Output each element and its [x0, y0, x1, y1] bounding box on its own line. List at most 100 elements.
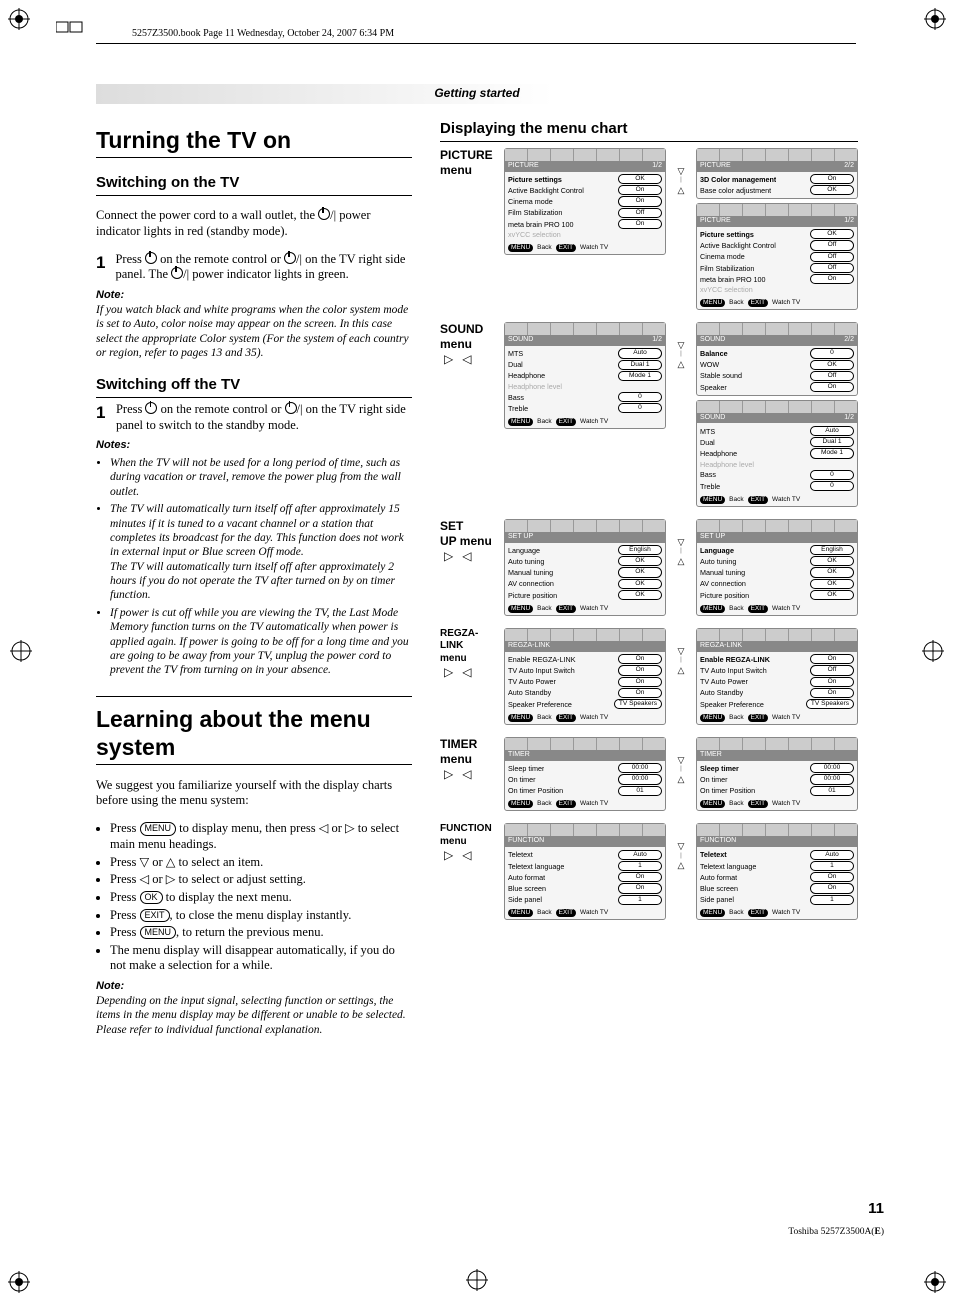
menu-item-value: On [618, 688, 662, 698]
registration-mark-icon [10, 640, 32, 662]
triangle-down-icon: ▽ [678, 646, 685, 657]
menu-tab-row [505, 824, 665, 836]
menu-item-value: OK [810, 229, 854, 239]
menu-item-label: Picture settings [700, 230, 754, 239]
menu-item: Stable soundOff [700, 370, 854, 381]
page-number: 11 [868, 1200, 884, 1217]
menu-item: On timer Position01 [508, 785, 662, 796]
menu-item-value: On [618, 196, 662, 206]
menu-item: AV connectionOK [508, 578, 662, 589]
menu-item: TV Auto PowerOn [700, 676, 854, 687]
menu-item: On timer Position01 [700, 785, 854, 796]
menu-item: On timer00:00 [700, 774, 854, 785]
step-text: Press on the remote control or /| on the… [115, 252, 412, 283]
menu-item-label: Auto Standby [700, 688, 743, 697]
triangle-down-icon: ▽ [678, 537, 685, 548]
menu-item: TV Auto PowerOn [508, 676, 662, 687]
menu-item: LanguageEnglish [508, 545, 662, 556]
menu-title-bar: REGZA-LINK [505, 641, 665, 652]
menu-tab-row [697, 738, 857, 750]
menu-item-label: Manual tuning [700, 568, 745, 577]
menu-item-value: 01 [810, 786, 854, 796]
menu-item: Auto Standby On [508, 687, 662, 698]
menu-item-value: 00:00 [618, 774, 662, 784]
menu-item-value: OK [810, 567, 854, 577]
menu-footer: MENUBackEXITWatch TV [697, 494, 857, 506]
menu-item-label: Auto tuning [700, 557, 736, 566]
menu-item-value: OK [810, 556, 854, 566]
menu-item-value: OK [810, 360, 854, 370]
ok-button-icon: OK [140, 891, 163, 904]
menu-tab-row [697, 824, 857, 836]
menu-item: Film StabilizationOff [508, 207, 662, 218]
menu-item-value: OK [618, 579, 662, 589]
menu-item-value: Dual 1 [810, 437, 854, 447]
menu-item-value: 0 [810, 481, 854, 491]
menu-footer: MENUBackEXITWatch TV [697, 907, 857, 919]
menu-item-value: OK [810, 579, 854, 589]
menu-item-value: On [810, 174, 854, 184]
triangle-up-icon: △ [678, 774, 685, 785]
menu-item-label: Teletext language [508, 862, 564, 871]
menu-item-label: Base color adjustment [700, 186, 771, 195]
menu-item-value: OK [618, 567, 662, 577]
menu-item-label: Auto format [700, 873, 737, 882]
osd-menu-box: SOUND1/2MTSAutoDualDual 1HeadphoneMode 1… [504, 322, 666, 429]
menu-item-value: On [810, 688, 854, 698]
menu-item: Base color adjustmentOK [700, 185, 854, 196]
heading-switching-on: Switching on the TV [96, 174, 412, 196]
menu-item-value: OK [618, 556, 662, 566]
menu-item: Auto formatOn [508, 872, 662, 883]
menu-item-label: Speaker Preference [508, 700, 572, 709]
menu-item-label: Auto Standby [508, 688, 551, 697]
menu-item-label: xvYCC selection [508, 230, 561, 239]
menu-item-label: Teletext [700, 850, 727, 859]
menu-item-label: Sleep timer [700, 764, 739, 773]
menu-footer: MENUBackEXITWatch TV [505, 242, 665, 254]
menu-item: 3D Color managementOn [700, 174, 854, 185]
menu-item-value: 0 [810, 348, 854, 358]
bullet-item: Press EXIT, to close the menu display in… [110, 908, 412, 924]
pair-arrows: ▷ ◁ [444, 767, 471, 781]
menu-item-label: Language [700, 546, 734, 555]
triangle-down-icon: ▽ [678, 841, 685, 852]
menu-item: On timer00:00 [508, 774, 662, 785]
bullet-item: Press ▽ or △ to select an item. [110, 855, 412, 871]
nav-arrows: ▽|△ [674, 519, 688, 567]
menu-item: meta brain PRO 100On [700, 274, 854, 285]
menu-pill-icon: MENU [508, 909, 533, 917]
menu-item: Teletext language1 [508, 860, 662, 871]
menu-pill-icon: MENU [508, 605, 533, 613]
menu-item-value: On [618, 219, 662, 229]
menu-item: Headphone level [508, 381, 662, 391]
menu-item-label: Headphone level [700, 460, 754, 469]
menu-tab-row [697, 401, 857, 413]
power-icon [318, 208, 330, 220]
step-1-on: 1 Press on the remote control or /| on t… [96, 252, 412, 283]
menu-item-value: OK [618, 590, 662, 600]
menu-item: xvYCC selection [700, 285, 854, 295]
pair-arrows: ▷ ◁ [444, 848, 471, 862]
note-body: If you watch black and white programs wh… [96, 303, 412, 361]
menu-item-value: Auto [810, 850, 854, 860]
osd-menu-box: SET UPLanguageEnglishAuto tuningOKManual… [696, 519, 858, 616]
menu-title-bar: REGZA-LINK [697, 641, 857, 652]
menu-title-bar: TIMER [697, 750, 857, 761]
menu-item: Teletext Auto [700, 849, 854, 860]
menu-item-label: Language [508, 546, 540, 555]
osd-menu-box: TIMERSleep timer00:00On timer00:00On tim… [504, 737, 666, 812]
menu-item-value: On [810, 382, 854, 392]
menu-item: Auto tuning OK [700, 556, 854, 567]
menu-item: Sleep timer00:00 [700, 763, 854, 774]
power-icon [145, 402, 157, 414]
menu-item-value: Off [810, 240, 854, 250]
menu-item-label: Speaker [700, 383, 727, 392]
menu-item: Speaker PreferenceTV Speakers [700, 698, 854, 709]
bullet-item: Press ◁ or ▷ to select or adjust setting… [110, 872, 412, 888]
triangle-left-icon: ◁ [462, 848, 471, 862]
menu-item: Picture positionOK [508, 589, 662, 600]
menu-item-label: Side panel [508, 895, 542, 904]
menu-item-value: 00:00 [810, 774, 854, 784]
triangle-right-icon: ▷ [444, 848, 453, 862]
menu-item-value: Dual 1 [618, 360, 662, 370]
